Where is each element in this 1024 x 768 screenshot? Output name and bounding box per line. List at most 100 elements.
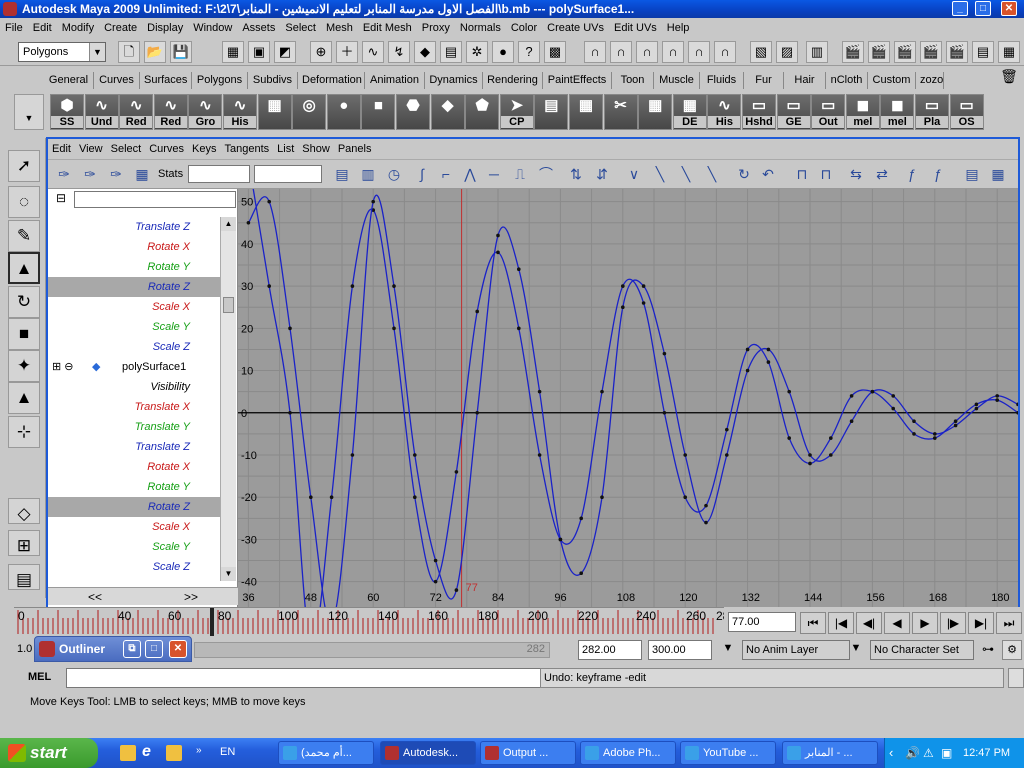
shelf-button-red[interactable]: ∿ Red xyxy=(119,94,154,130)
menu-proxy[interactable]: Proxy xyxy=(417,18,455,38)
select-component-icon[interactable]: ◩ xyxy=(274,41,296,63)
current-time-field[interactable]: 77.00 xyxy=(728,612,796,632)
ge-menu-keys[interactable]: Keys xyxy=(188,139,220,159)
mode-selector[interactable]: Polygons ▼ xyxy=(18,42,106,62)
new-scene-icon[interactable]: 🗋 xyxy=(118,41,140,63)
menu-create-uvs[interactable]: Create UVs xyxy=(542,18,609,38)
taskbar-task[interactable]: Output ... xyxy=(480,741,576,765)
start-button[interactable]: start xyxy=(0,738,98,768)
network-icon[interactable]: ▣ xyxy=(941,738,952,768)
save-scene-icon[interactable]: 💾 xyxy=(170,41,192,63)
shelf-button-ss[interactable]: ⬢ SS xyxy=(50,94,84,130)
load-selected-icon[interactable]: ↶ xyxy=(756,163,780,187)
ge-menu-tangents[interactable]: Tangents xyxy=(221,139,274,159)
move-key-icon[interactable]: ✑ xyxy=(52,163,76,187)
window-title-bar[interactable]: Autodesk Maya 2009 Unlimited: F:\2\7\الف… xyxy=(0,0,1024,18)
paint-select-icon[interactable]: ✎ xyxy=(8,220,40,252)
shelf-tab-zozo[interactable]: zozo xyxy=(916,72,944,89)
taskbar-task[interactable]: YouTube ... xyxy=(680,741,776,765)
shelf-button-os[interactable]: ▭ OS xyxy=(949,94,984,130)
shelf-tab-muscle[interactable]: Muscle xyxy=(654,72,700,89)
outliner-row[interactable]: Scale Y xyxy=(48,317,220,337)
outliner-row[interactable]: Scale Y xyxy=(48,537,220,557)
outliner-row[interactable]: Visibility xyxy=(48,377,220,397)
lattice-deform-icon[interactable]: ▦ xyxy=(130,163,154,187)
render-sphere-icon[interactable]: ● xyxy=(492,41,514,63)
nav-left-button[interactable]: << xyxy=(88,588,102,606)
layout-graph-icon[interactable]: ▤ xyxy=(8,564,40,590)
auto-load-icon[interactable]: ↻ xyxy=(732,163,756,187)
shelf-button-icon-7[interactable]: ◎ xyxy=(292,94,327,130)
value-snap-icon[interactable]: ⊓ xyxy=(814,163,838,187)
filter-icon[interactable]: ⊟ xyxy=(50,191,72,208)
shelf-tab-animation[interactable]: Animation xyxy=(365,72,425,89)
outliner-row[interactable]: Translate X xyxy=(48,397,220,417)
close-icon[interactable]: ✕ xyxy=(169,640,187,658)
menu-window[interactable]: Window xyxy=(188,18,237,38)
magnet-curve-icon[interactable]: ∩ xyxy=(610,41,632,63)
menu-edit-mesh[interactable]: Edit Mesh xyxy=(358,18,417,38)
shelf-button-icon-14[interactable]: ▤ xyxy=(534,94,569,130)
menu-assets[interactable]: Assets xyxy=(237,18,280,38)
stats-time-field[interactable] xyxy=(188,165,250,183)
frame-all-icon[interactable]: ▤ xyxy=(330,163,354,187)
menu-modify[interactable]: Modify xyxy=(57,18,99,38)
menu-file[interactable]: File xyxy=(0,18,28,38)
output-ops-icon[interactable]: ▨ xyxy=(776,41,798,63)
ge-menu-panels[interactable]: Panels xyxy=(334,139,376,159)
magnet-icon[interactable]: ∩ xyxy=(584,41,606,63)
step-forward-key-icon[interactable]: |▶ xyxy=(940,612,966,634)
shelf-tab-curves[interactable]: Curves xyxy=(94,72,140,89)
shelf-tab-general[interactable]: General xyxy=(44,72,94,89)
taskbar-task[interactable]: (أم محمد... xyxy=(278,741,374,765)
menu-create[interactable]: Create xyxy=(99,18,142,38)
shelf-button-icon-9[interactable]: ■ xyxy=(361,94,396,130)
shelf-tab-subdivs[interactable]: Subdivs xyxy=(248,72,298,89)
normalize-icon[interactable]: ⇆ xyxy=(844,163,868,187)
dope-sheet-icon[interactable]: ▤ xyxy=(960,163,984,187)
shelf-button-cp[interactable]: ➤ CP xyxy=(499,94,534,130)
play-backwards-icon[interactable]: ◀ xyxy=(884,612,910,634)
flat-tangent-icon[interactable]: ─ xyxy=(482,163,506,187)
maximize-icon[interactable]: □ xyxy=(145,640,163,658)
language-indicator[interactable]: EN xyxy=(220,746,235,758)
preferences-icon[interactable]: ⚙ xyxy=(1002,640,1022,660)
magnet-surface-icon[interactable]: ∩ xyxy=(688,41,710,63)
time-cursor[interactable] xyxy=(210,608,214,636)
outliner-row[interactable]: Rotate X xyxy=(48,237,220,257)
snap-grid-icon[interactable]: ＋ xyxy=(336,41,358,63)
shelf-button-icon-15[interactable]: ▦ xyxy=(569,94,603,130)
free-tangent-weight-icon[interactable]: ╲ xyxy=(674,163,698,187)
attribute-editor-icon[interactable]: ▤ xyxy=(972,41,994,63)
minimize-button[interactable]: _ xyxy=(952,1,968,16)
snap-plane-icon[interactable]: ◆ xyxy=(414,41,436,63)
magnet-view-icon[interactable]: ∩ xyxy=(662,41,684,63)
frame-playback-icon[interactable]: ◷ xyxy=(382,163,406,187)
outliner-scrollbar[interactable]: ▲ ▼ xyxy=(220,217,236,581)
shelf-button-icon-16[interactable]: ✂ xyxy=(603,94,638,130)
outliner-row[interactable]: ⊞ ⊖ ◆ polySurface1 xyxy=(48,357,220,377)
char-set-dropdown-icon[interactable]: ▼ xyxy=(846,642,866,660)
menu-mesh[interactable]: Mesh xyxy=(321,18,358,38)
frame-selection-icon[interactable]: ▥ xyxy=(356,163,380,187)
shelf-tab-rendering[interactable]: Rendering xyxy=(483,72,543,89)
time-snap-icon[interactable]: ⊓ xyxy=(790,163,814,187)
shelf-button-icon-11[interactable]: ◆ xyxy=(430,94,465,130)
make-live-icon[interactable]: ▤ xyxy=(440,41,462,63)
ge-menu-list[interactable]: List xyxy=(273,139,298,159)
expand-collapse-icon[interactable]: ⊞ ⊖ xyxy=(52,357,74,377)
menu-normals[interactable]: Normals xyxy=(455,18,506,38)
mel-input[interactable] xyxy=(66,668,546,688)
layout-four-icon[interactable]: ⊞ xyxy=(8,530,40,556)
shelf-button-mel[interactable]: ◼ mel xyxy=(845,94,880,130)
ge-menu-edit[interactable]: Edit xyxy=(48,139,75,159)
magnet-point-icon[interactable]: ∩ xyxy=(636,41,658,63)
quicklaunch-2-icon[interactable] xyxy=(166,745,182,761)
quicklaunch-more-icon[interactable]: » xyxy=(196,745,202,756)
shelf-button-ge[interactable]: ▭ GE xyxy=(776,94,811,130)
volume-icon[interactable]: 🔊 xyxy=(905,738,920,768)
move-tool-icon[interactable]: ▲ xyxy=(8,252,40,284)
shelf-tab-hair[interactable]: Hair xyxy=(784,72,826,89)
history-icon[interactable]: ✲ xyxy=(466,41,488,63)
quicklaunch-icon[interactable] xyxy=(120,745,136,761)
